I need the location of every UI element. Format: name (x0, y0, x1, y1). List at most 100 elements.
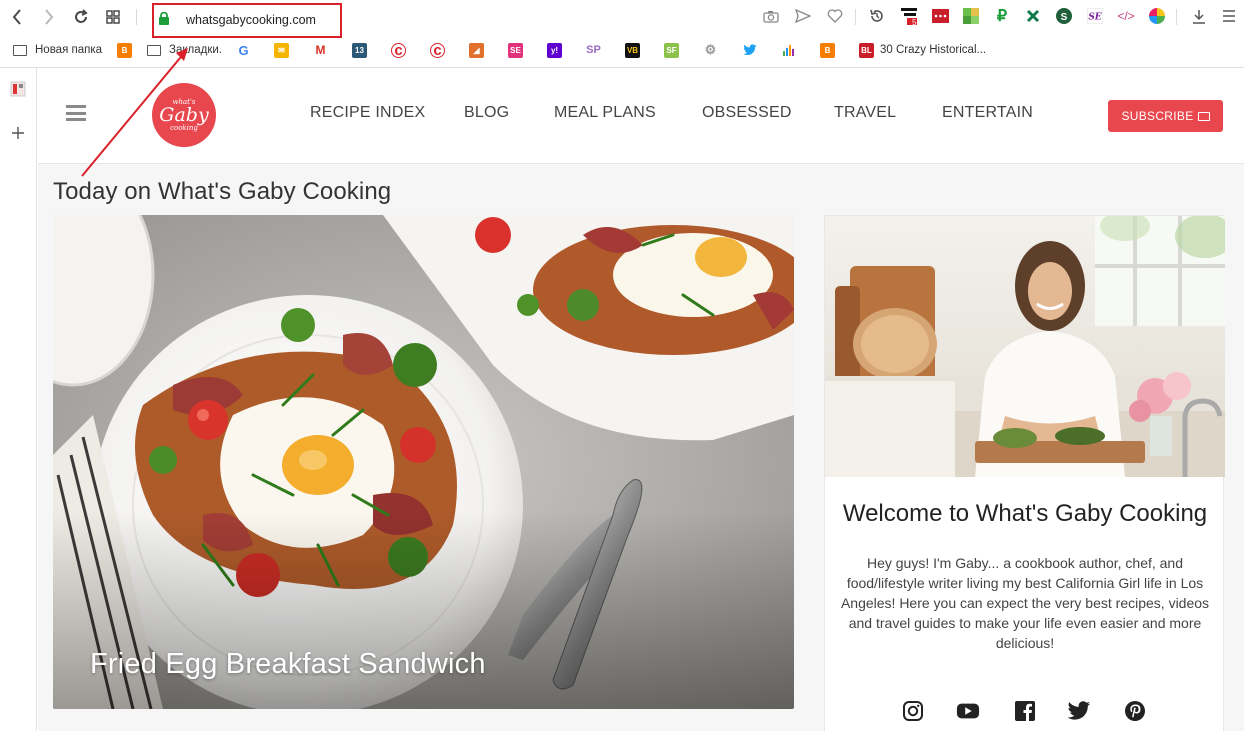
facebook-icon[interactable] (1013, 699, 1037, 723)
site-header: what's Gaby cooking RECIPE INDEX BLOG ME… (38, 68, 1244, 164)
folder-icon (13, 44, 27, 56)
chevron-right-icon (45, 9, 54, 25)
twitter-icon (742, 42, 757, 58)
gear-icon: ⚙ (703, 42, 718, 58)
extension-badge: 5 (912, 18, 917, 27)
bookmark-mail[interactable]: ✉ (274, 40, 295, 60)
blogger-icon: B (117, 42, 132, 58)
bookmark-blogger-2[interactable]: B (820, 40, 841, 60)
nav-obsessed[interactable]: OBSESSED (702, 104, 792, 122)
bookmark-google[interactable]: G (236, 40, 257, 60)
gmail-icon: M (313, 42, 328, 58)
add-panel-button[interactable] (9, 124, 27, 142)
bl-icon: BL (859, 42, 874, 58)
bookmark-gmail[interactable]: M (313, 40, 334, 60)
bookmark-copyright-1[interactable]: c (391, 40, 412, 60)
url-text[interactable]: whatsgabycooking.com (186, 13, 316, 27)
bookmarks-bar: Новая папка B Закладки. G ✉ M 13 c c ◢ S… (0, 38, 1244, 62)
bookmark-label: Закладки. (169, 44, 222, 56)
featured-recipe-title[interactable]: Fried Egg Breakfast Sandwich (90, 648, 486, 681)
history-icon[interactable] (868, 7, 886, 25)
reload-button[interactable] (70, 6, 92, 28)
bookmark-se[interactable]: SE (508, 40, 529, 60)
featured-recipe-photo (53, 215, 794, 709)
logo-main-text: Gaby (159, 104, 209, 126)
featured-recipe-card[interactable]: Fried Egg Breakfast Sandwich (53, 215, 794, 709)
bookmark-sf[interactable]: SF (664, 40, 685, 60)
panel-thumbnail-icon (10, 81, 26, 97)
hamburger-menu-icon[interactable] (66, 105, 86, 121)
bookmark-sp[interactable]: SP (586, 40, 607, 60)
nav-meal-plans[interactable]: MEAL PLANS (554, 104, 656, 122)
ruble-icon[interactable]: ₽ (993, 7, 1011, 25)
send-icon[interactable] (794, 7, 812, 25)
browser-toolbar: whatsgabycooking.com 5 ₽ S SE </> (0, 0, 1244, 38)
menu-icon[interactable] (1220, 7, 1238, 25)
extension-red-icon[interactable] (931, 7, 949, 25)
bookmark-crazy-historical[interactable]: BL 30 Crazy Historical... (859, 40, 986, 60)
nav-blog[interactable]: BLOG (464, 104, 509, 122)
orange-icon: ◢ (469, 42, 484, 58)
grid-icon (106, 10, 120, 24)
bookmark-copyright-2[interactable]: c (430, 40, 451, 60)
se-icon: SE (508, 42, 523, 58)
bookmark-label: 30 Crazy Historical... (880, 44, 987, 56)
nav-entertain[interactable]: ENTERTAIN (942, 104, 1033, 122)
blogger-icon: B (820, 42, 835, 58)
site-logo[interactable]: what's Gaby cooking (152, 83, 216, 147)
welcome-title: Welcome to What's Gaby Cooking (842, 500, 1208, 527)
forward-button[interactable] (38, 6, 60, 28)
bookmark-yahoo[interactable]: y! (547, 40, 568, 60)
vb-icon: VB (625, 42, 640, 58)
subscribe-button[interactable]: SUBSCRIBE (1108, 100, 1223, 132)
bookmark-chart[interactable] (781, 40, 802, 60)
twitter-icon[interactable] (1067, 699, 1091, 723)
speed-dial-button[interactable] (102, 6, 124, 28)
yahoo-icon: y! (547, 42, 562, 58)
nav-recipe-index[interactable]: RECIPE INDEX (310, 104, 425, 122)
bookmark-gear[interactable]: ⚙ (703, 40, 724, 60)
address-bar[interactable]: whatsgabycooking.com (152, 3, 342, 38)
folder-icon (147, 44, 161, 56)
web-page: what's Gaby cooking RECIPE INDEX BLOG ME… (38, 68, 1244, 731)
calendar-icon: 13 (352, 42, 367, 58)
pinterest-icon[interactable] (1123, 699, 1147, 723)
cross-extension-icon[interactable] (1024, 7, 1042, 25)
back-button[interactable] (6, 6, 28, 28)
svg-text:SE: SE (1088, 13, 1101, 23)
extension-stack-icon[interactable]: 5 (900, 7, 918, 27)
bookmark-folder-zakladki[interactable]: Закладки. (147, 40, 222, 60)
browser-sidebar (0, 68, 37, 731)
bookmark-calendar[interactable]: 13 (352, 40, 373, 60)
plus-icon (12, 127, 24, 139)
sidebar-panel-thumbnail[interactable] (9, 80, 27, 98)
bookmark-label: Новая папка (35, 44, 103, 56)
toolbar-divider (1176, 9, 1177, 25)
google-icon: G (236, 42, 251, 58)
se-extension-icon[interactable]: SE (1086, 7, 1104, 25)
copyright-icon: c (430, 42, 445, 59)
extension-map-icon[interactable] (962, 7, 980, 25)
bookmark-twitter[interactable] (742, 40, 763, 60)
reload-icon (75, 9, 88, 23)
download-icon[interactable] (1190, 7, 1208, 25)
s-circle-icon[interactable]: S (1055, 7, 1073, 25)
bookmark-vb[interactable]: VB (625, 40, 646, 60)
instagram-icon[interactable] (901, 699, 925, 723)
nav-travel[interactable]: TRAVEL (834, 104, 896, 122)
bookmark-folder-new[interactable]: Новая папка (13, 40, 102, 60)
heart-icon[interactable] (826, 7, 844, 25)
code-icon[interactable]: </> (1117, 7, 1135, 25)
camera-icon[interactable] (762, 7, 780, 25)
author-photo (825, 216, 1225, 477)
youtube-icon[interactable] (956, 699, 980, 723)
welcome-card: Welcome to What's Gaby Cooking Hey guys!… (824, 215, 1225, 731)
bookmark-orange[interactable]: ◢ (469, 40, 490, 60)
copyright-icon: c (391, 42, 406, 59)
color-wheel-icon[interactable] (1148, 7, 1166, 25)
bookmark-blogger[interactable]: B (117, 40, 138, 60)
svg-text:S: S (1061, 12, 1068, 23)
sp-icon: SP (586, 42, 601, 58)
toolbar-divider (855, 9, 856, 25)
chevron-left-icon (12, 9, 21, 25)
